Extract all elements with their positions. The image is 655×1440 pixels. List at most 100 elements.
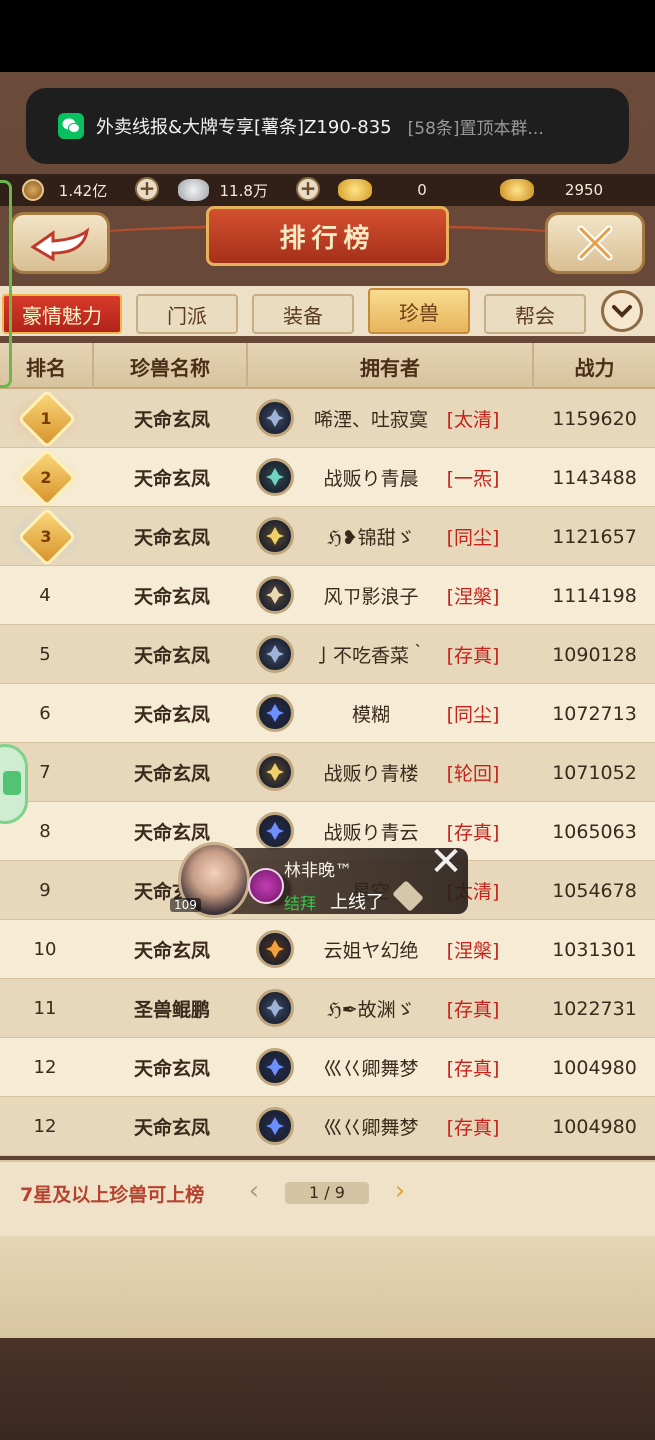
pet-name: 天命玄凤: [133, 763, 210, 785]
power-value: 1121657: [552, 525, 637, 548]
fire-wheel-icon: [256, 930, 294, 968]
floating-side-button[interactable]: [0, 744, 28, 824]
golden-claw-icon: [256, 517, 294, 555]
gold-ingot-icon: [338, 179, 372, 201]
panel-bottom: [0, 1236, 655, 1338]
rank-medal-icon: 2: [4, 448, 88, 508]
power-value: 1054678: [552, 879, 637, 902]
gold-value: 0: [417, 181, 427, 199]
close-button[interactable]: [545, 212, 645, 274]
game-bottom-area: [0, 1338, 655, 1440]
power-value: 1004980: [552, 1056, 637, 1079]
pet-name: 天命玄凤: [133, 645, 210, 667]
table-row[interactable]: 11 圣兽鲲鹏 ℌ✒故渊ゞ [存真] 1022731: [0, 979, 655, 1038]
ghost-mask-icon: [256, 635, 294, 673]
guild-name: [同尘]: [446, 527, 500, 549]
more-tabs-button[interactable]: [601, 290, 643, 332]
side-float-icon: [3, 771, 21, 795]
pet-name: 圣兽鲲鹏: [133, 999, 210, 1021]
back-button[interactable]: [10, 212, 110, 274]
side-green-tab[interactable]: [0, 180, 12, 388]
sword-emblem-icon: [256, 458, 294, 496]
guild-name: [存真]: [446, 1058, 500, 1080]
gold-resource: 0: [338, 178, 488, 202]
rank-number: 2: [40, 468, 52, 487]
wechat-icon: [58, 113, 84, 139]
guild-name: [涅槃]: [446, 940, 500, 962]
silver-ingot-icon: [178, 179, 210, 201]
table-row[interactable]: 10 天命玄凤 云姐ヤ幻绝 [涅槃] 1031301: [0, 920, 655, 979]
ghost-mask-icon: [256, 399, 294, 437]
guild-name: [轮回]: [446, 763, 500, 785]
notification-title: 外卖线报&大牌专享[薯条]Z190-835: [96, 117, 392, 138]
tab-sect[interactable]: 门派: [136, 294, 238, 334]
rank-number: 9: [39, 880, 51, 901]
table-row[interactable]: 5 天命玄凤 亅不吃香菜｀ [存真] 1090128: [0, 625, 655, 684]
owner-name[interactable]: 亅不吃香菜｀: [296, 625, 446, 684]
close-icon: [577, 225, 613, 261]
power-value: 1072713: [552, 702, 637, 725]
table-row[interactable]: 2 天命玄凤 战贩り青晨 [一炁] 1143488: [0, 448, 655, 508]
owner-name[interactable]: 风ㄗ影浪子: [296, 566, 446, 625]
table-row[interactable]: 7 天命玄凤 战贩り青楼 [轮回] 1071052: [0, 743, 655, 802]
next-page-button[interactable]: ›: [386, 1176, 414, 1208]
page-indicator: 1 / 9: [285, 1182, 369, 1204]
power-value: 1159620: [552, 407, 637, 430]
screen: 外卖线报&大牌专享[薯条]Z190-835 [58条]置顶本群... 1.42亿…: [0, 0, 655, 1440]
add-silver-button[interactable]: +: [296, 177, 320, 201]
wechat-notification[interactable]: 外卖线报&大牌专享[薯条]Z190-835 [58条]置顶本群...: [26, 88, 629, 164]
guild-name: [一炁]: [446, 468, 500, 490]
copper-resource: 1.42亿: [22, 178, 122, 202]
online-message: 上线了: [330, 892, 384, 913]
table-row[interactable]: 1 天命玄凤 唏湮、吐寂寞 [太清] 1159620: [0, 389, 655, 449]
toast-close-button[interactable]: ✕: [428, 842, 464, 882]
blue-flame-icon: [256, 1048, 294, 1086]
friend-name: 林非晚™: [284, 861, 352, 881]
locked-gold-icon: [500, 179, 534, 201]
rank-number: 11: [33, 998, 57, 1019]
tab-guild[interactable]: 帮会: [484, 294, 586, 334]
owner-name[interactable]: ℌ❥锦甜ゞ: [296, 507, 446, 566]
table-row[interactable]: 12 天命玄凤 巛巜卿舞梦 [存真] 1004980: [0, 1038, 655, 1097]
add-copper-button[interactable]: +: [135, 177, 159, 201]
rank-number: 5: [39, 644, 51, 665]
owner-name[interactable]: 云姐ヤ幻绝: [296, 920, 446, 979]
blue-flame-icon: [256, 1107, 294, 1145]
owner-name[interactable]: ℌ✒故渊ゞ: [296, 979, 446, 1038]
power-value: 1004980: [552, 1115, 637, 1138]
owner-name[interactable]: 巛巜卿舞梦: [296, 1097, 446, 1156]
silver-resource: 11.8万: [178, 178, 278, 202]
table-row[interactable]: 3 天命玄凤 ℌ❥锦甜ゞ [同尘] 1121657: [0, 507, 655, 567]
notification-body: [58条]置顶本群...: [407, 118, 544, 139]
table-row[interactable]: 6 天命玄凤 模糊 [同尘] 1072713: [0, 684, 655, 743]
header-rank: 排名: [0, 343, 94, 389]
rank-number: 4: [39, 585, 51, 606]
owner-name[interactable]: 战贩り青晨: [296, 448, 446, 507]
avatar-level: 109: [170, 898, 201, 912]
power-value: 1071052: [552, 761, 637, 784]
owner-name[interactable]: 模糊: [296, 684, 446, 743]
prev-page-button[interactable]: ‹: [240, 1176, 268, 1208]
tab-pets[interactable]: 珍兽: [368, 288, 470, 334]
power-value: 1114198: [552, 584, 637, 607]
rank-medal-icon: 1: [4, 389, 88, 449]
tab-equipment[interactable]: 装备: [252, 294, 354, 334]
table-header: 排名 珍兽名称 拥有者 战力: [0, 343, 655, 389]
owner-name[interactable]: 战贩り青楼: [296, 743, 446, 802]
friend-online-toast[interactable]: 109 林非晚™ 结拜 上线了 ✕: [170, 842, 474, 918]
guild-name: [存真]: [446, 999, 500, 1021]
page-title: 排行榜: [206, 206, 449, 266]
table-row[interactable]: 4 天命玄凤 风ㄗ影浪子 [涅槃] 1114198: [0, 566, 655, 625]
back-arrow-icon: [30, 227, 90, 261]
ranking-note: 7星及以上珍兽可上榜: [20, 1184, 205, 1206]
bound-gold-value: 2950: [564, 181, 604, 199]
pet-name: 天命玄凤: [133, 1117, 210, 1139]
serpent-icon: [256, 576, 294, 614]
power-value: 1022731: [552, 997, 637, 1020]
table-body: 1 天命玄凤 唏湮、吐寂寞 [太清] 1159620 2 天命玄凤 战贩り青晨 …: [0, 389, 655, 1156]
owner-name[interactable]: 巛巜卿舞梦: [296, 1038, 446, 1097]
owner-name[interactable]: 唏湮、吐寂寞: [296, 389, 446, 448]
table-row[interactable]: 12 天命玄凤 巛巜卿舞梦 [存真] 1004980: [0, 1097, 655, 1156]
relation-tag: 结拜: [284, 894, 317, 913]
tab-charm[interactable]: 豪情魅力: [2, 294, 122, 334]
